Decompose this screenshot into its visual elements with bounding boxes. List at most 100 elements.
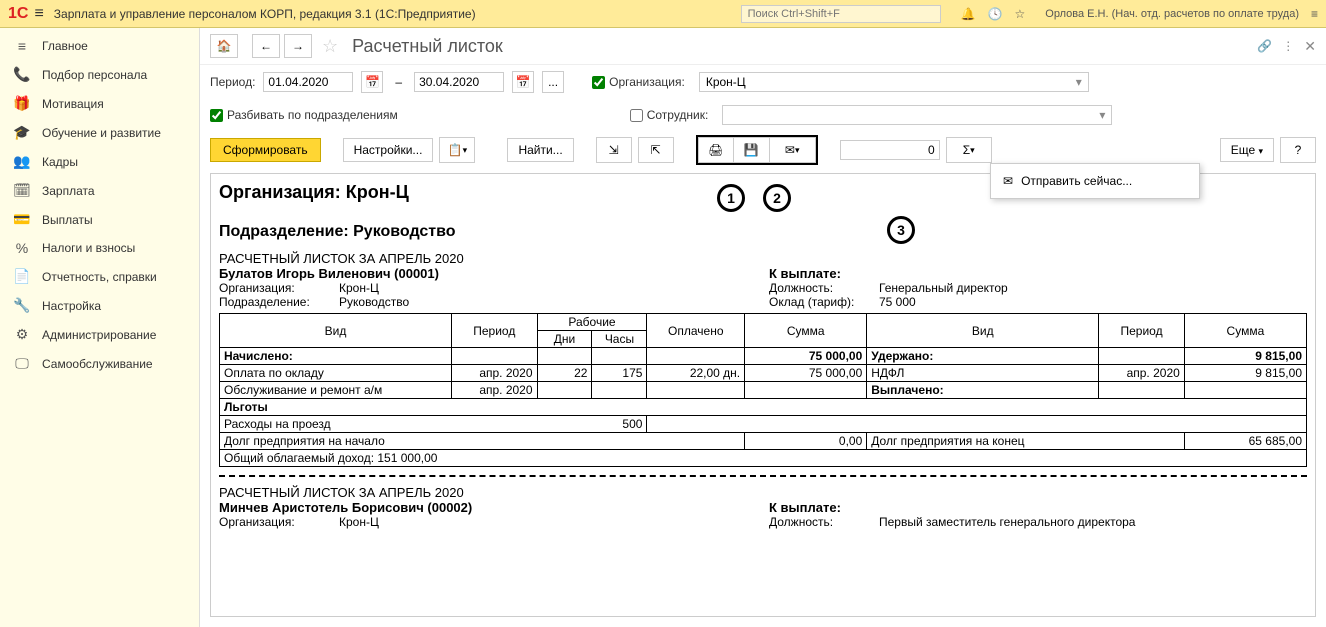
chevron-down-icon: ▾	[1076, 75, 1082, 89]
forward-button[interactable]: →	[284, 34, 312, 58]
sidebar-label: Самообслуживание	[42, 357, 153, 371]
accrued-label: Начислено:	[220, 348, 452, 365]
sidebar-item-salary[interactable]: 🗓Зарплата	[0, 176, 199, 205]
l-pos2: Должность:	[769, 515, 879, 529]
document-icon: 📄	[12, 268, 32, 285]
th-vid: Вид	[220, 314, 452, 348]
th-period2: Период	[1099, 314, 1184, 348]
th-work: Рабочие	[537, 314, 647, 331]
sidebar-item-main[interactable]: ≡ Главное	[0, 32, 199, 60]
payslip-table: Вид Период Рабочие Оплачено Сумма Вид Пе…	[219, 313, 1307, 467]
travel-label: Расходы на проезд	[220, 416, 452, 433]
slip1-name: Булатов Игорь Виленович (00001)	[219, 266, 769, 281]
sidebar-label: Зарплата	[42, 184, 95, 198]
annotation-2: 2	[763, 184, 791, 212]
menu-bars-icon[interactable]: ≡	[1311, 7, 1318, 21]
sidebar-item-settings[interactable]: 🔧Настройка	[0, 291, 199, 320]
link-icon[interactable]: 🔗	[1257, 39, 1272, 53]
collapse-button[interactable]: ⇱	[638, 137, 674, 163]
sidebar-item-selfservice[interactable]: 🖵Самообслуживание	[0, 349, 199, 378]
envelope-icon: ✉	[1003, 174, 1013, 188]
r1-vid: Оплата по окладу	[220, 365, 452, 382]
form-button[interactable]: Сформировать	[210, 138, 321, 162]
travel-val: 500	[537, 416, 647, 433]
email-button[interactable]: ✉ ▾	[770, 137, 816, 163]
th-vid2: Вид	[867, 314, 1099, 348]
th-days: Дни	[537, 331, 592, 348]
more-button[interactable]: Еще ▾	[1220, 138, 1274, 162]
sidebar-label: Главное	[42, 39, 88, 53]
page-title: Расчетный листок	[352, 36, 503, 57]
bell-icon[interactable]: 🔔	[961, 7, 976, 21]
content-area: 🏠 ← → ☆ Расчетный листок 🔗 ⋮ ✕ Период: 📅…	[200, 28, 1326, 627]
star-icon[interactable]: ☆	[1015, 7, 1026, 21]
paste-button[interactable]: 📋▾	[439, 137, 475, 163]
calendar-from-button[interactable]: 📅	[361, 71, 383, 93]
favorite-star-icon[interactable]: ☆	[322, 36, 338, 57]
sidebar-item-reports[interactable]: 📄Отчетность, справки	[0, 262, 199, 291]
date-from-input[interactable]	[263, 72, 353, 92]
withheld-sum: 9 815,00	[1184, 348, 1306, 365]
debt-end-label: Долг предприятия на конец	[867, 433, 1185, 450]
people-icon: 👥	[12, 153, 32, 170]
topbar: 1С ≡ Зарплата и управление персоналом КО…	[0, 0, 1326, 28]
taxable-income: Общий облагаемый доход: 151 000,00	[220, 450, 1307, 467]
debt-start-label: Долг предприятия на начало	[220, 433, 745, 450]
v-pos2: Первый заместитель генерального директор…	[879, 515, 1135, 529]
history-icon[interactable]: 🕓	[988, 7, 1003, 21]
sidebar: ≡ Главное 📞Подбор персонала 🎁Мотивация 🎓О…	[0, 28, 200, 627]
r1-period: апр. 2020	[452, 365, 537, 382]
period-ellipsis-button[interactable]: ...	[542, 71, 564, 93]
org-select-value: Крон-Ц	[706, 75, 746, 89]
withheld-label: Удержано:	[867, 348, 1099, 365]
expand-button[interactable]: ⇲	[596, 137, 632, 163]
wrench-icon: 🔧	[12, 297, 32, 314]
find-button[interactable]: Найти...	[507, 138, 573, 162]
back-button[interactable]: ←	[252, 34, 280, 58]
home-icon: ≡	[12, 38, 32, 54]
split-checkbox[interactable]	[210, 109, 223, 122]
r2-period: апр. 2020	[452, 382, 537, 399]
v-org: Крон-Ц	[339, 281, 379, 295]
sigma-button[interactable]: Σ ▾	[946, 137, 992, 163]
l-dept: Подразделение:	[219, 295, 339, 309]
global-search-input[interactable]	[741, 5, 941, 23]
toolbar-group-highlighted: 🖨 💾 ✉ ▾	[696, 135, 818, 165]
kebab-icon[interactable]: ⋮	[1282, 39, 1294, 53]
menu-icon[interactable]: ≡	[34, 5, 43, 23]
th-paid: Оплачено	[647, 314, 745, 348]
help-button[interactable]: ?	[1280, 137, 1316, 163]
employee-checkbox[interactable]	[630, 109, 643, 122]
sidebar-item-taxes[interactable]: %Налоги и взносы	[0, 234, 199, 262]
sidebar-item-payments[interactable]: 💳Выплаты	[0, 205, 199, 234]
annotation-3: 3	[887, 216, 915, 244]
close-icon[interactable]: ✕	[1304, 38, 1316, 55]
settings-button[interactable]: Настройки...	[343, 138, 434, 162]
v-sal: 75 000	[879, 295, 916, 309]
employee-select[interactable]: ▾	[722, 105, 1112, 125]
sidebar-item-recruit[interactable]: 📞Подбор персонала	[0, 60, 199, 89]
slip1-title: РАСЧЕТНЫЙ ЛИСТОК ЗА АПРЕЛЬ 2020	[219, 251, 1307, 266]
home-button[interactable]: 🏠	[210, 34, 238, 58]
sidebar-label: Администрирование	[42, 328, 156, 342]
dash: –	[395, 75, 402, 89]
graduation-icon: 🎓	[12, 124, 32, 141]
calendar-to-button[interactable]: 📅	[512, 71, 534, 93]
sidebar-item-hr[interactable]: 👥Кадры	[0, 147, 199, 176]
org-select[interactable]: Крон-Ц ▾	[699, 72, 1089, 92]
sidebar-item-motivation[interactable]: 🎁Мотивация	[0, 89, 199, 118]
dept-heading: Подразделение: Руководство	[219, 223, 1307, 241]
org-checkbox[interactable]	[592, 76, 605, 89]
debt-end-val: 65 685,00	[1184, 433, 1306, 450]
print-button[interactable]: 🖨	[698, 137, 734, 163]
r1-days: 22	[537, 365, 592, 382]
r1-hours: 175	[592, 365, 647, 382]
save-button[interactable]: 💾	[734, 137, 770, 163]
debt-start-val: 0,00	[745, 433, 867, 450]
sidebar-item-admin[interactable]: ⚙Администрирование	[0, 320, 199, 349]
sidebar-label: Подбор персонала	[42, 68, 147, 82]
date-to-input[interactable]	[414, 72, 504, 92]
send-now-item[interactable]: ✉ Отправить сейчас...	[991, 168, 1199, 194]
number-input[interactable]	[840, 140, 940, 160]
sidebar-item-education[interactable]: 🎓Обучение и развитие	[0, 118, 199, 147]
